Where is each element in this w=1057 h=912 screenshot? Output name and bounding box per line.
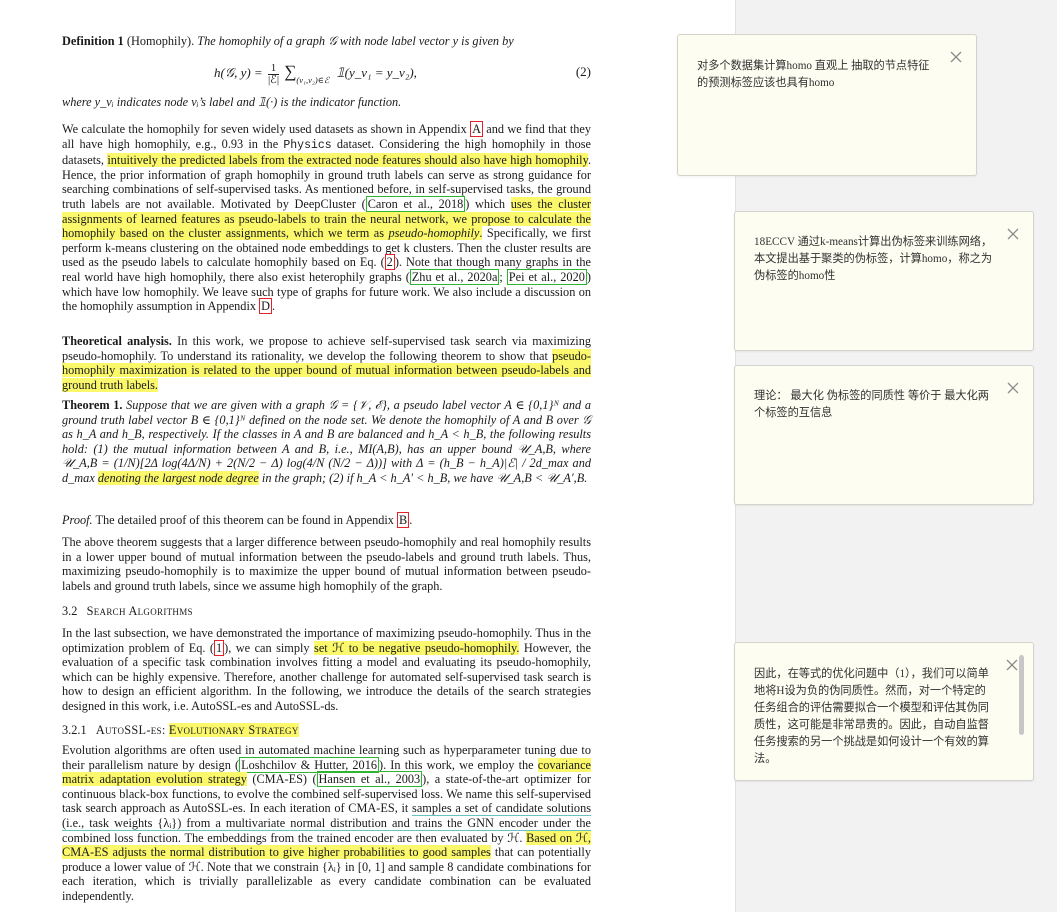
close-icon[interactable] — [1006, 381, 1020, 395]
annotation-card[interactable]: 对多个数据集计算homo 直观上 抽取的节点特征的预测标签应该也具有homo — [677, 34, 977, 176]
section-heading-3-2-1: 3.2.1 AutoSSL-es: Evolutionary Strategy — [62, 723, 299, 737]
annotation-text: 18ECCV 通过k-means计算出伪标签来训练网络， 本文提出基于聚类的伪标… — [754, 236, 993, 282]
definition-line: Definition 1 (Homophily). The homophily … — [62, 34, 514, 48]
paragraph-theorem-discussion: The above theorem suggests that a larger… — [62, 535, 591, 593]
theorem-1: Theorem 1. Suppose that we are given wit… — [62, 398, 591, 485]
equation-body: h(𝒢, y) = 1 |ℰ| ∑(v₁,v₂)∈ℰ 𝟙(y_v₁ = y_v₂… — [214, 61, 417, 86]
paragraph-evolution: Evolution algorithms are often used in a… — [62, 743, 592, 903]
highlight-predicted-labels[interactable]: intuitively the predicted labels from th… — [107, 153, 588, 168]
citation-caron[interactable]: Caron et al., 2018 — [365, 195, 466, 212]
equation-number: (2) — [575, 64, 591, 79]
annotation-text: 理论： 最大化 伪标签的同质性 等价于 最大化两个标签的互信息 — [754, 390, 989, 419]
paragraph-search-algorithms: In the last subsection, we have demonstr… — [62, 626, 591, 713]
highlight-negative-pseudo-homophily[interactable]: set ℋ to be negative pseudo-homophily. — [314, 640, 520, 655]
link-appendix-a[interactable]: A — [470, 121, 483, 137]
annotation-card[interactable]: 18ECCV 通过k-means计算出伪标签来训练网络， 本文提出基于聚类的伪标… — [734, 211, 1034, 351]
section-heading-3-2: 3.2 Search Algorithms — [62, 604, 193, 618]
proof-line: Proof. The detailed proof of this theore… — [62, 512, 413, 528]
link-eq-2[interactable]: 2 — [384, 254, 395, 271]
pdf-page: Definition 1 (Homophily). The homophily … — [0, 0, 735, 912]
paragraph-homophily: We calculate the homophily for seven wid… — [62, 121, 592, 315]
citation-pei[interactable]: Pei et al., 2020 — [506, 268, 587, 285]
citation-zhu[interactable]: Zhu et al., 2020a — [409, 268, 500, 285]
close-icon[interactable] — [949, 50, 963, 64]
highlight-largest-degree[interactable]: denoting the largest node degree — [97, 470, 259, 485]
citation-hansen[interactable]: Hansen et al., 2003 — [316, 771, 423, 788]
close-icon[interactable] — [1006, 227, 1020, 241]
link-eq-1[interactable]: 1 — [214, 639, 225, 656]
annotation-card[interactable]: 理论： 最大化 伪标签的同质性 等价于 最大化两个标签的互信息 — [734, 365, 1034, 505]
equation-fraction: 1 |ℰ| — [267, 61, 280, 86]
close-icon[interactable] — [1005, 658, 1019, 672]
annotation-text: 因此，在等式的优化问题中（1），我们可以简单地将H设为负的伪同质性。然而，对一个… — [754, 668, 989, 765]
annotation-card[interactable]: 因此，在等式的优化问题中（1），我们可以简单地将H设为负的伪同质性。然而，对一个… — [734, 642, 1034, 781]
link-appendix-d[interactable]: D — [259, 298, 272, 315]
annotation-text: 对多个数据集计算homo 直观上 抽取的节点特征的预测标签应该也具有homo — [697, 60, 930, 89]
citation-loshchilov[interactable]: Loshchilov & Hutter, 2016 — [239, 756, 379, 773]
paragraph-theoretical-analysis: Theoretical analysis. In this work, we p… — [62, 334, 591, 392]
equation-2: h(𝒢, y) = 1 |ℰ| ∑(v₁,v₂)∈ℰ 𝟙(y_v₁ = y_v₂… — [62, 60, 591, 86]
link-appendix-b[interactable]: B — [397, 512, 410, 528]
highlight-evolutionary-strategy[interactable]: Evolutionary Strategy — [168, 723, 299, 737]
definition-tail: where y_vᵢ indicates node vᵢ’s label and… — [62, 95, 402, 109]
annotation-scrollbar[interactable] — [1019, 655, 1024, 735]
